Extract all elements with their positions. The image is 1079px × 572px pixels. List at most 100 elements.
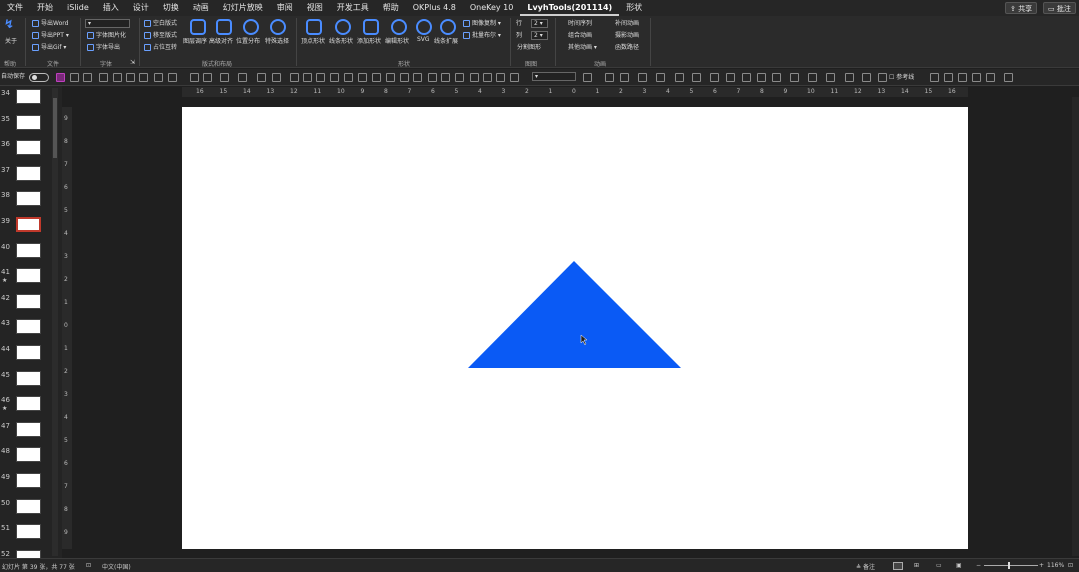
toolbar-tool-icon[interactable] — [483, 73, 492, 82]
menu-tab[interactable]: 开始 — [30, 0, 60, 16]
vertex-shape-button[interactable]: 顶点形状 — [301, 36, 325, 45]
toolbar-tool-icon[interactable] — [190, 73, 199, 82]
share-button[interactable]: ⇪ 共享 — [1005, 2, 1038, 14]
menu-tab[interactable]: 幻灯片放映 — [216, 0, 270, 16]
slide-thumbnail-item[interactable]: 49 — [0, 473, 60, 493]
slide-thumbnail[interactable] — [16, 140, 41, 156]
slide-thumbnail[interactable] — [16, 165, 41, 181]
panel-scrollbar[interactable] — [52, 88, 58, 556]
slide-thumbnail-item[interactable]: 45 — [0, 370, 60, 391]
toolbar-tool-icon[interactable] — [656, 73, 665, 82]
toolbar-tool-icon[interactable] — [808, 73, 817, 82]
toolbar-tool-icon[interactable] — [428, 73, 437, 82]
row-input[interactable]: 2 ▾ — [531, 19, 548, 28]
toolbar-tool-icon[interactable] — [139, 73, 148, 82]
special-select-button[interactable]: 特殊选择 — [265, 36, 289, 45]
slide-thumbnail[interactable] — [16, 345, 41, 360]
toolbar-tool-icon[interactable] — [113, 73, 122, 82]
toolbar-tool-icon[interactable] — [441, 73, 450, 82]
zoom-slider-thumb[interactable] — [1008, 562, 1010, 569]
menu-tab[interactable]: OneKey 10 — [463, 0, 521, 16]
toolbar-tool-icon[interactable] — [826, 73, 835, 82]
menu-tab[interactable]: 开发工具 — [330, 0, 376, 16]
slide-thumbnail[interactable] — [16, 89, 41, 104]
add-shape-button[interactable]: 添加形状 — [357, 36, 381, 45]
slide[interactable] — [182, 107, 968, 549]
slide-thumbnail-item[interactable]: 35 — [0, 114, 60, 135]
toolbar-tool-icon[interactable] — [168, 73, 177, 82]
image-copy-button[interactable]: 图像复制 ▾ — [463, 20, 501, 28]
slide-thumbnail-item[interactable]: 43 — [0, 319, 60, 339]
toolbar-tool-icon[interactable] — [126, 73, 135, 82]
toolbar-tool-icon[interactable] — [413, 73, 422, 82]
line-shape-button[interactable]: 线条形状 — [329, 36, 353, 45]
toolbar-tool-icon[interactable] — [257, 73, 266, 82]
toolbar-tool-icon[interactable] — [638, 73, 647, 82]
menu-tab[interactable]: 插入 — [96, 0, 126, 16]
toolbar-tool-icon[interactable] — [99, 73, 108, 82]
toolbar-tool-icon[interactable] — [710, 73, 719, 82]
slide-thumbnail-item[interactable]: 51 — [0, 524, 60, 544]
zoom-slider[interactable] — [984, 565, 1038, 566]
scroll-thumb[interactable] — [53, 98, 57, 158]
toolbar-tool-icon[interactable] — [372, 73, 381, 82]
menu-tab[interactable]: LvyhTools(201114) — [520, 0, 620, 16]
align-button[interactable]: 高级对齐 — [209, 36, 233, 45]
toolbar-tool-icon[interactable] — [862, 73, 871, 82]
toolbar-tool-icon[interactable] — [958, 73, 967, 82]
slide-thumbnail[interactable] — [16, 268, 41, 284]
split-shape-button[interactable]: 分割图形 — [517, 44, 541, 52]
toolbar-tool-icon[interactable] — [496, 73, 505, 82]
slide-thumbnail-item[interactable]: 40 — [0, 242, 60, 263]
slide-thumbnail-item[interactable]: 44 — [0, 345, 60, 365]
placeholder-swap-button[interactable]: 占位互转 — [144, 44, 177, 52]
slide-thumbnail[interactable] — [16, 242, 41, 258]
slide-thumbnail-item[interactable]: 47 — [0, 421, 60, 442]
comment-button[interactable]: ▭ 批注 — [1043, 2, 1076, 14]
toolbar-tool-icon[interactable] — [1004, 73, 1013, 82]
toolbar-tool-icon[interactable] — [358, 73, 367, 82]
menu-tab[interactable]: 形状 — [619, 0, 649, 16]
layout-remove-button[interactable]: 移至版式 — [144, 32, 177, 40]
slide-thumbnail-item[interactable]: 37 — [0, 165, 60, 186]
toolbar-tool-icon[interactable] — [944, 73, 953, 82]
batch-bool-button[interactable]: 批量布尔 ▾ — [463, 32, 501, 40]
slide-thumbnail[interactable] — [16, 191, 41, 207]
slide-thumbnail-item[interactable]: 41 ★ — [0, 268, 60, 288]
toolbar-tool-icon[interactable] — [878, 73, 887, 82]
func-path-button[interactable]: 函数路径 — [615, 44, 639, 52]
toolbar-tool-icon[interactable] — [726, 73, 735, 82]
menu-tab[interactable]: 审阅 — [270, 0, 300, 16]
toolbar-tool-icon[interactable] — [692, 73, 701, 82]
language-indicator[interactable]: 中文(中国) — [102, 562, 131, 571]
toolbar-tool-icon[interactable] — [344, 73, 353, 82]
toolbar-tool-icon[interactable] — [583, 73, 592, 82]
toolbar-tool-icon[interactable] — [400, 73, 409, 82]
slide-thumbnail[interactable] — [16, 370, 41, 386]
slide-thumbnail-item[interactable]: 48 — [0, 447, 60, 467]
toolbar-tool-icon[interactable] — [470, 73, 479, 82]
slide-thumbnail[interactable] — [16, 396, 41, 412]
zoom-in-button[interactable]: + — [1039, 562, 1044, 569]
menu-tab[interactable]: 文件 — [0, 0, 30, 16]
line-expand-button[interactable]: 线条扩展 — [434, 36, 458, 45]
toolbar-tool-icon[interactable] — [70, 73, 79, 82]
layer-order-button[interactable]: 图层调序 — [183, 36, 207, 45]
time-seq-button[interactable]: 时间序列 — [568, 20, 592, 28]
slideshow-icon[interactable]: ▣ — [956, 562, 962, 569]
svg-button[interactable]: SVG — [417, 36, 430, 43]
notes-button[interactable]: ≜ 备注 — [856, 562, 875, 571]
slide-thumbnail-item[interactable]: 34 — [0, 89, 60, 109]
fill-anim-button[interactable]: 补间动画 — [615, 20, 639, 28]
menu-tab[interactable]: 设计 — [126, 0, 156, 16]
about-button[interactable]: 关于 — [5, 38, 17, 46]
layout-blank-button[interactable]: 空白版式 — [144, 20, 177, 28]
slide-thumbnail-item[interactable]: 39 — [0, 217, 60, 237]
toolbar-tool-icon[interactable] — [272, 73, 281, 82]
col-input[interactable]: 2 ▾ — [531, 31, 548, 40]
zoom-level[interactable]: 116% — [1047, 562, 1064, 569]
toolbar-tool-icon[interactable] — [510, 73, 519, 82]
menu-tab[interactable]: OKPlus 4.8 — [406, 0, 463, 16]
edit-shape-button[interactable]: 编辑形状 — [385, 36, 409, 45]
fit-window-icon[interactable]: ⊡ — [1068, 562, 1073, 569]
